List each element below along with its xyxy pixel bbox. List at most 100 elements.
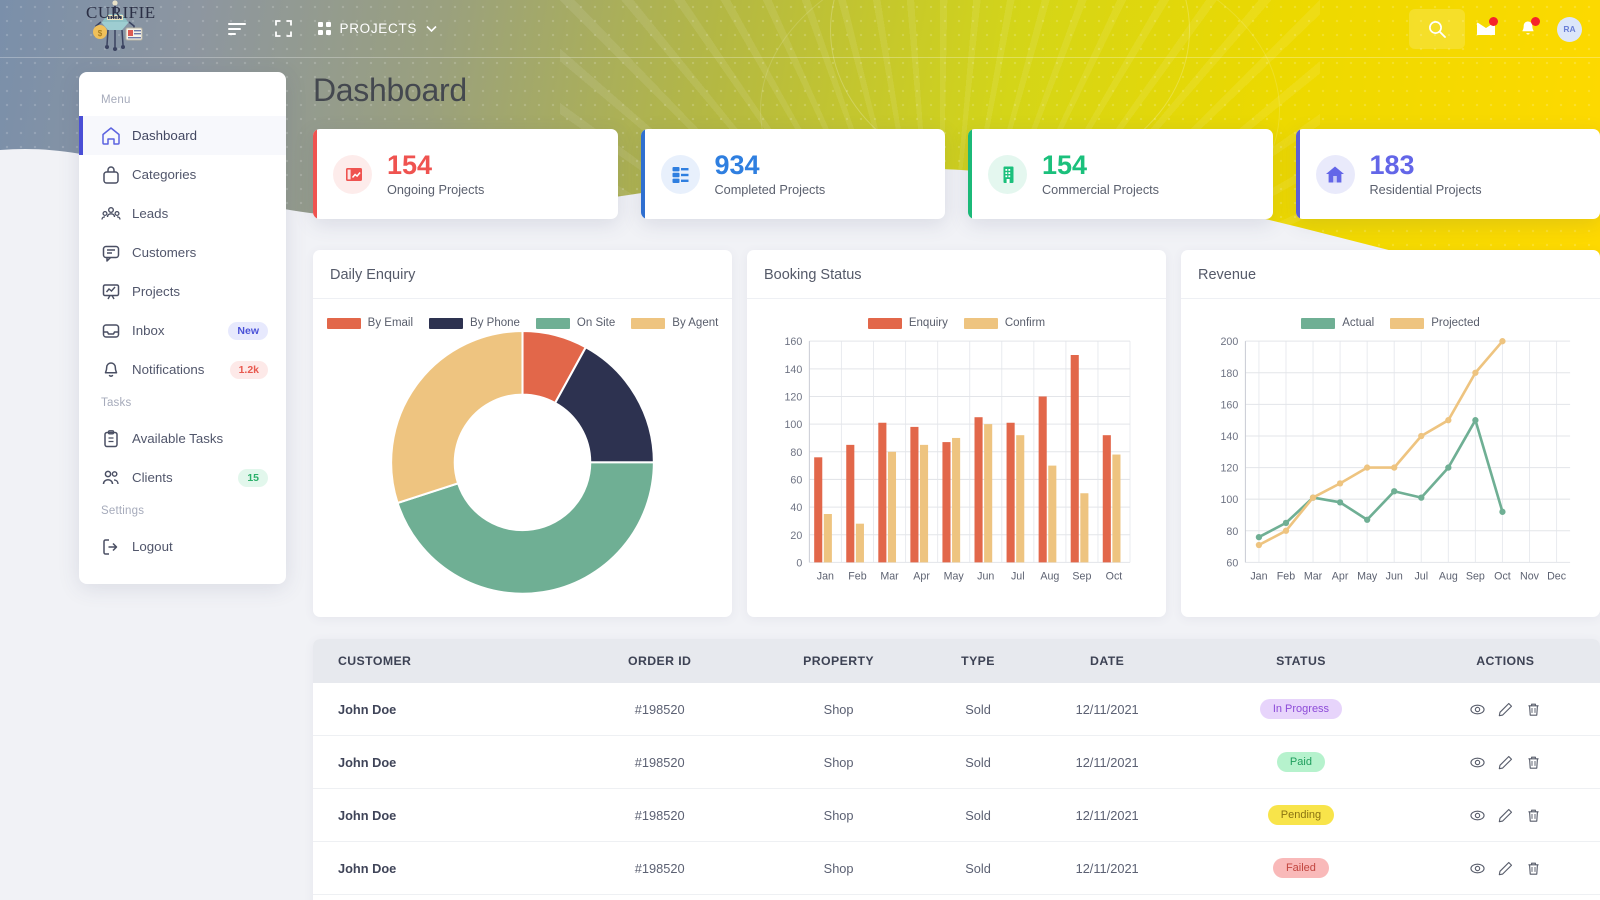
bar[interactable] xyxy=(887,451,897,563)
bar[interactable] xyxy=(984,424,993,563)
cell-actions xyxy=(1410,683,1600,736)
legend-swatch xyxy=(631,317,666,329)
sidebar-item-notifications[interactable]: Notifications 1.2k xyxy=(79,350,286,389)
trash-delete-icon[interactable] xyxy=(1526,702,1541,717)
cell-property: Shop xyxy=(744,894,934,900)
booking-status-title: Booking Status xyxy=(747,250,1166,299)
stat-value: 154 xyxy=(387,149,433,180)
data-point[interactable] xyxy=(1418,494,1425,501)
cell-customer: John Doe xyxy=(313,788,576,842)
sidebar-item-customers[interactable]: Customers xyxy=(79,233,286,272)
bar[interactable] xyxy=(1080,493,1089,563)
sidebar-item-projects[interactable]: Projects xyxy=(79,272,286,311)
svg-text:$: $ xyxy=(98,29,103,38)
bar[interactable] xyxy=(846,444,855,563)
donut-slice[interactable] xyxy=(390,331,524,505)
legend-item[interactable]: Enquiry xyxy=(867,317,948,329)
hamburger-menu-icon[interactable] xyxy=(214,9,260,49)
bar[interactable] xyxy=(823,513,832,563)
sidebar-item-inbox[interactable]: Inbox New xyxy=(79,311,286,350)
stat-card[interactable]: 154 Ongoing Projects xyxy=(313,129,618,219)
table-row[interactable]: John Doe #198520 Shop Sold 12/11/2021 Paid xyxy=(313,735,1600,789)
legend-label: Confirm xyxy=(1004,317,1046,329)
bar[interactable] xyxy=(814,457,823,563)
data-point[interactable] xyxy=(1282,527,1290,534)
y-axis-tick: 100 xyxy=(784,419,802,431)
data-point[interactable] xyxy=(1418,432,1425,440)
data-point[interactable] xyxy=(1364,516,1371,523)
eye-icon[interactable] xyxy=(1470,861,1485,876)
table-row[interactable]: John Doe#198520ShopSold12/11/2021In Prog… xyxy=(313,894,1600,900)
data-point[interactable] xyxy=(1499,508,1506,515)
bar[interactable] xyxy=(1112,454,1121,563)
sidebar-item-clients[interactable]: Clients 15 xyxy=(79,458,286,497)
sidebar-item-categories[interactable]: Categories xyxy=(79,155,286,194)
daily-enquiry-card: Daily Enquiry By Email By Phone On Site By … xyxy=(313,250,732,617)
data-point[interactable] xyxy=(1472,417,1479,424)
eye-icon[interactable] xyxy=(1470,702,1485,717)
data-point[interactable] xyxy=(1472,369,1479,376)
trash-delete-icon[interactable] xyxy=(1526,755,1541,770)
data-point[interactable] xyxy=(1336,480,1344,487)
data-point[interactable] xyxy=(1391,464,1398,471)
data-point[interactable] xyxy=(1255,541,1263,549)
stat-card[interactable]: 154 Commercial Projects xyxy=(968,129,1273,219)
bar[interactable] xyxy=(1038,396,1047,563)
eye-icon[interactable] xyxy=(1470,755,1485,770)
pencil-edit-icon[interactable] xyxy=(1498,808,1513,823)
bar[interactable] xyxy=(1006,422,1015,563)
data-point[interactable] xyxy=(1336,499,1344,506)
revenue-title: Revenue xyxy=(1181,250,1600,299)
sidebar-item-logout[interactable]: Logout xyxy=(79,527,286,566)
bar[interactable] xyxy=(855,523,864,563)
stat-card[interactable]: 183 Residential Projects xyxy=(1295,129,1600,219)
data-point[interactable] xyxy=(1445,417,1452,424)
revenue-line-chart: 60 80 100 120 140 160 180 200 Jan Feb Mar Apr May Jun… xyxy=(1221,336,1571,583)
legend-item[interactable]: By Email xyxy=(326,317,413,329)
bar[interactable] xyxy=(919,444,929,563)
trash-delete-icon[interactable] xyxy=(1526,808,1541,823)
trash-delete-icon[interactable] xyxy=(1526,861,1541,876)
y-axis-tick: 120 xyxy=(784,392,802,404)
table-row[interactable]: John Doe#198520ShopSold12/11/2021In Prog… xyxy=(313,683,1600,736)
bar[interactable] xyxy=(1070,355,1079,563)
data-point[interactable] xyxy=(1282,519,1290,527)
cell-order-id: #198520 xyxy=(575,735,745,789)
legend-item[interactable]: By Phone xyxy=(429,317,520,329)
bar[interactable] xyxy=(1016,435,1025,563)
data-point[interactable] xyxy=(1499,338,1506,345)
bar[interactable] xyxy=(942,442,951,563)
cell-order-id: #198520 xyxy=(575,841,745,895)
sidebar-item-leads[interactable]: Leads xyxy=(79,194,286,233)
bar[interactable] xyxy=(952,437,961,563)
bar[interactable] xyxy=(1102,435,1111,563)
pencil-edit-icon[interactable] xyxy=(1498,755,1513,770)
data-point[interactable] xyxy=(1364,464,1371,471)
table-row[interactable]: John Doe #198520 Shop Sold 12/11/2021 Failed xyxy=(313,841,1600,895)
x-axis-tick: Jun xyxy=(977,571,994,583)
data-point[interactable] xyxy=(1255,533,1263,541)
data-point[interactable] xyxy=(1391,488,1398,495)
data-point[interactable] xyxy=(1445,464,1452,471)
bar[interactable] xyxy=(1048,465,1057,563)
x-axis-tick: Sep xyxy=(1072,571,1091,583)
legend-item[interactable]: By Agent xyxy=(631,317,718,329)
legend-item[interactable]: On Site xyxy=(535,317,615,329)
legend-label: Actual xyxy=(1342,317,1375,329)
fullscreen-expand-icon[interactable] xyxy=(260,9,306,49)
table-column-header: STATUS xyxy=(1191,639,1411,683)
data-point[interactable] xyxy=(1309,494,1317,501)
table-row[interactable]: John Doe #198520 Shop Sold 12/11/2021 Pending xyxy=(313,788,1600,842)
bar[interactable] xyxy=(910,426,919,563)
stat-card[interactable]: 934 Completed Projects xyxy=(640,129,945,219)
bar[interactable] xyxy=(878,422,887,563)
sidebar-item-available-tasks[interactable]: Available Tasks xyxy=(79,419,286,458)
sidebar-item-dashboard[interactable]: Dashboard xyxy=(79,116,286,155)
legend-item[interactable]: Projected xyxy=(1390,317,1480,329)
pencil-edit-icon[interactable] xyxy=(1498,702,1513,717)
legend-item[interactable]: Confirm xyxy=(963,317,1046,329)
eye-icon[interactable] xyxy=(1470,808,1485,823)
legend-item[interactable]: Actual xyxy=(1301,317,1374,329)
bar[interactable] xyxy=(974,417,983,563)
pencil-edit-icon[interactable] xyxy=(1498,861,1513,876)
